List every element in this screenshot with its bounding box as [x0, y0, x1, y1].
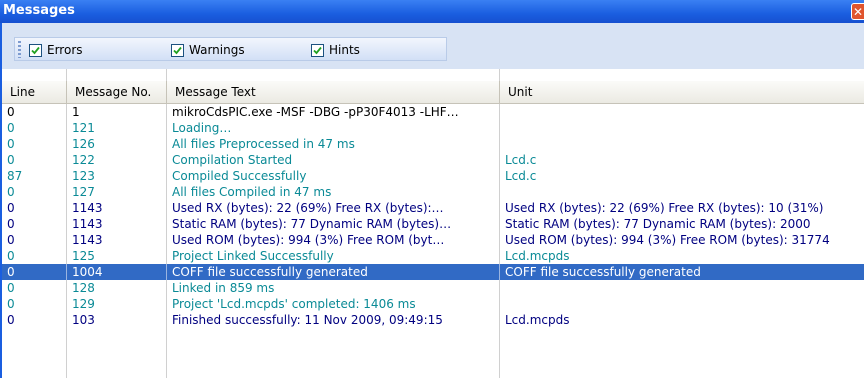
unit-cell: Used ROM (bytes): 994 (3%) Free ROM (byt…	[505, 233, 830, 247]
line-cell: 0	[2, 152, 67, 168]
message-no-cell: 125	[67, 248, 167, 264]
messages-grid: Line Message No. Message Text Unit 0 1 mik…	[0, 69, 864, 378]
unit-cell: Used RX (bytes): 22 (69%) Free RX (bytes…	[505, 201, 824, 215]
message-text-cell: mikroCdsPIC.exe -MSF -DBG -pP30F4013 -LH…	[167, 104, 500, 120]
message-text-cell: Used ROM (bytes): 994 (3%) Free ROM (byt…	[167, 232, 500, 248]
line-cell: 0	[2, 104, 67, 120]
checkmark-icon	[173, 46, 182, 54]
column-header-line[interactable]: Line	[2, 81, 67, 103]
message-no-cell: 1	[67, 104, 167, 120]
window-title: Messages	[3, 3, 75, 18]
table-row[interactable]: 0 1004 COFF file successfully generated COF…	[2, 264, 864, 280]
message-no-cell: 1143	[67, 200, 167, 216]
unit-cell: Lcd.mcpds	[505, 313, 570, 327]
column-header-unit[interactable]: Unit	[500, 81, 864, 103]
checkmark-icon	[313, 46, 322, 54]
table-row[interactable]: 0 126 All files Preprocessed in 47 ms	[2, 136, 864, 152]
message-text-cell: Project 'Lcd.mcpds' completed: 1406 ms	[167, 296, 500, 312]
message-text-cell: Project Linked Successfully	[167, 248, 500, 264]
table-row[interactable]: 0 125 Project Linked Successfully Lcd.mcpds	[2, 248, 864, 264]
errors-label: Errors	[47, 43, 83, 57]
message-no-cell: 123	[67, 168, 167, 184]
line-cell: 0	[2, 296, 67, 312]
unit-cell: COFF file successfully generated	[505, 265, 701, 279]
line-cell: 0	[2, 312, 67, 328]
message-no-cell: 126	[67, 136, 167, 152]
column-header-message-text[interactable]: Message Text	[167, 81, 500, 103]
filter-warnings[interactable]: Warnings	[171, 42, 245, 58]
errors-checkbox[interactable]	[29, 43, 42, 57]
table-row[interactable]: 0 127 All files Compiled in 47 ms	[2, 184, 864, 200]
table-row[interactable]: 0 103 Finished successfully: 11 Nov 2009, …	[2, 312, 864, 328]
filter-errors[interactable]: Errors	[29, 42, 83, 58]
hints-checkbox[interactable]	[311, 43, 324, 57]
unit-cell	[500, 120, 864, 136]
message-text-cell: Finished successfully: 11 Nov 2009, 09:4…	[167, 312, 500, 328]
close-button[interactable]: ✕	[851, 3, 864, 20]
line-cell: 0	[2, 200, 67, 216]
table-row[interactable]: 0 121 Loading…	[2, 120, 864, 136]
unit-cell: Static RAM (bytes): 77 Dynamic RAM (byte…	[505, 217, 811, 231]
message-no-cell: 103	[67, 312, 167, 328]
line-cell: 0	[2, 216, 67, 232]
message-text-cell: Compilation Started	[167, 152, 500, 168]
table-row[interactable]: 0 1 mikroCdsPIC.exe -MSF -DBG -pP30F4013 -…	[2, 104, 864, 120]
line-cell: 0	[2, 248, 67, 264]
unit-cell	[500, 296, 864, 312]
message-no-cell: 122	[67, 152, 167, 168]
unit-cell: Lcd.c	[505, 169, 537, 183]
filter-bar: Errors Warnings Hints	[14, 37, 447, 61]
message-text-cell: COFF file successfully generated	[167, 264, 500, 280]
line-cell: 0	[2, 232, 67, 248]
table-row[interactable]: 0 128 Linked in 859 ms	[2, 280, 864, 296]
warnings-checkbox[interactable]	[171, 43, 184, 57]
line-cell: 0	[2, 120, 67, 136]
table-row[interactable]: 87 123 Compiled Successfully Lcd.c	[2, 168, 864, 184]
message-no-cell: 121	[67, 120, 167, 136]
line-cell: 0	[2, 280, 67, 296]
message-no-cell: 129	[67, 296, 167, 312]
hints-label: Hints	[329, 43, 360, 57]
grid-header: Line Message No. Message Text Unit	[2, 81, 864, 104]
line-cell: 0	[2, 136, 67, 152]
table-row[interactable]: 0 1143 Static RAM (bytes): 77 Dynamic RAM …	[2, 216, 864, 232]
message-text-cell: All files Compiled in 47 ms	[167, 184, 500, 200]
table-row[interactable]: 0 1143 Used ROM (bytes): 994 (3%) Free ROM…	[2, 232, 864, 248]
message-no-cell: 1004	[67, 264, 167, 280]
title-bar: Messages ✕	[0, 0, 864, 23]
toolbar: Errors Warnings Hints	[0, 23, 864, 69]
line-cell: 0	[2, 264, 67, 280]
message-text-cell: Linked in 859 ms	[167, 280, 500, 296]
message-text-cell: Used RX (bytes): 22 (69%) Free RX (bytes…	[167, 200, 500, 216]
message-text-cell: Static RAM (bytes): 77 Dynamic RAM (byte…	[167, 216, 500, 232]
line-cell: 87	[2, 168, 67, 184]
unit-cell: Lcd.mcpds	[505, 249, 570, 263]
table-row[interactable]: 0 129 Project 'Lcd.mcpds' completed: 1406 …	[2, 296, 864, 312]
unit-cell	[500, 136, 864, 152]
checkmark-icon	[31, 46, 40, 54]
message-text-cell: Loading…	[167, 120, 500, 136]
table-row[interactable]: 0 122 Compilation Started Lcd.c	[2, 152, 864, 168]
column-header-message-no[interactable]: Message No.	[67, 81, 167, 103]
table-row[interactable]: 0 1143 Used RX (bytes): 22 (69%) Free RX (…	[2, 200, 864, 216]
message-no-cell: 127	[67, 184, 167, 200]
close-icon: ✕	[852, 5, 864, 19]
toolbar-grip-icon[interactable]	[18, 41, 21, 58]
message-no-cell: 1143	[67, 216, 167, 232]
unit-cell	[500, 184, 864, 200]
unit-cell	[500, 104, 864, 120]
unit-cell: Lcd.c	[505, 153, 537, 167]
message-no-cell: 1143	[67, 232, 167, 248]
message-text-cell: Compiled Successfully	[167, 168, 500, 184]
message-text-cell: All files Preprocessed in 47 ms	[167, 136, 500, 152]
line-cell: 0	[2, 184, 67, 200]
filter-hints[interactable]: Hints	[311, 42, 360, 58]
message-no-cell: 128	[67, 280, 167, 296]
warnings-label: Warnings	[189, 43, 245, 57]
unit-cell	[500, 280, 864, 296]
